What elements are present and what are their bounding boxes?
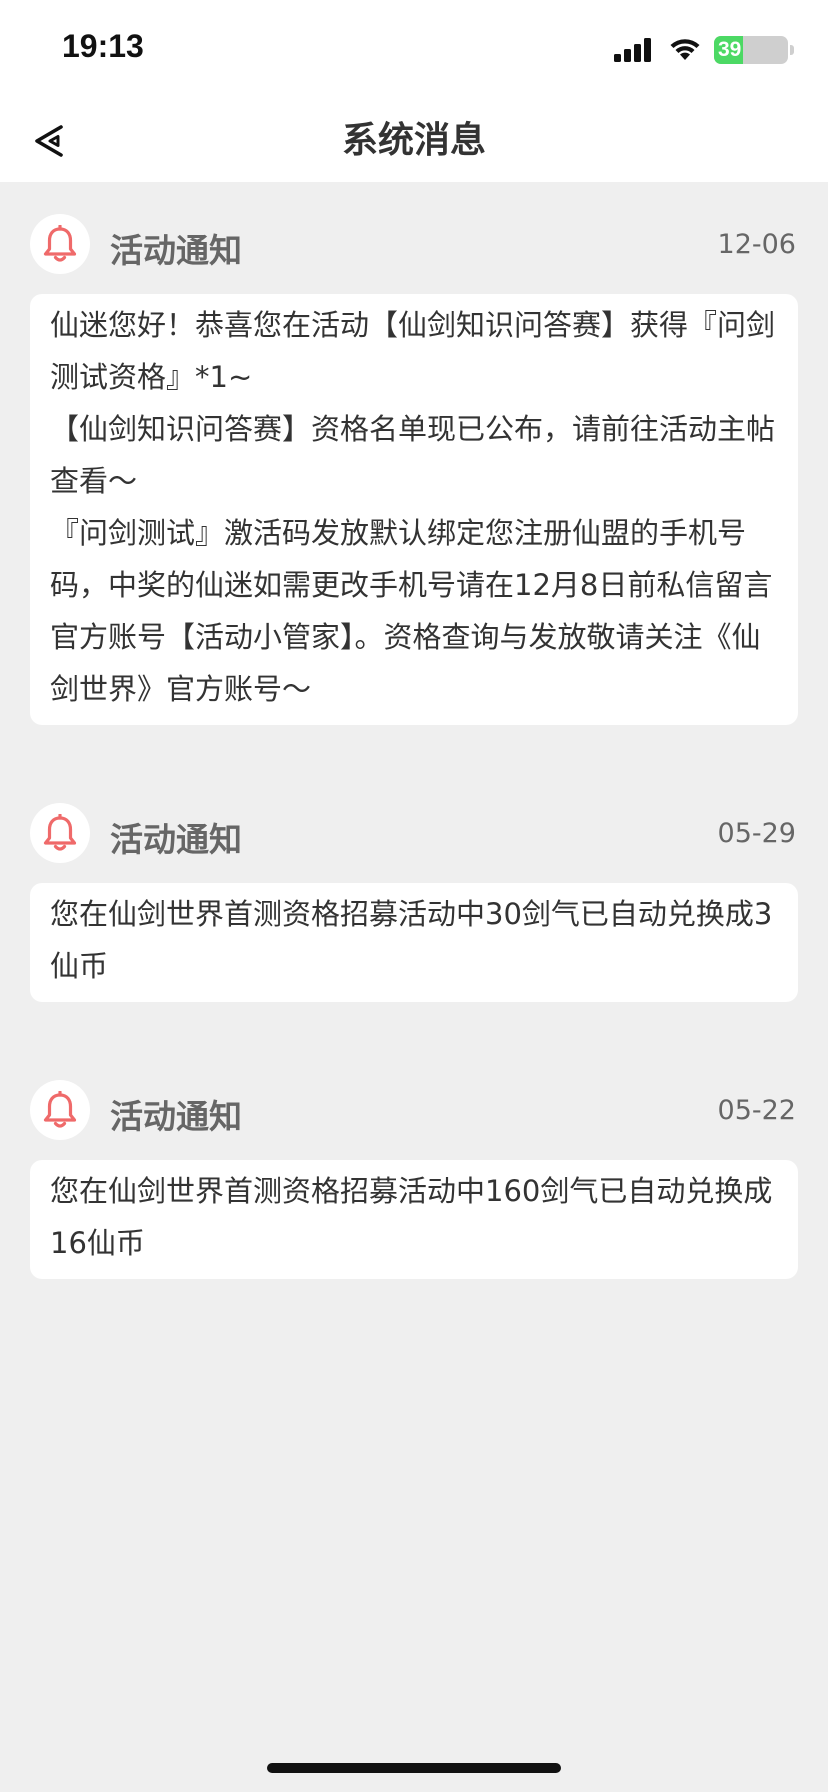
message-header: 活动通知 05-22: [0, 1048, 828, 1148]
message-item[interactable]: 活动通知 05-29 您在仙剑世界首测资格招募活动中30剑气已自动兑换成3仙币: [0, 771, 828, 1002]
message-card[interactable]: 您在仙剑世界首测资格招募活动中30剑气已自动兑换成3仙币: [30, 883, 798, 1002]
message-header: 活动通知 12-06: [0, 182, 828, 282]
battery-level: 39: [718, 38, 742, 61]
home-indicator[interactable]: [267, 1763, 561, 1773]
message-card[interactable]: 仙迷您好！恭喜您在活动【仙剑知识问答赛】获得『问剑测试资格』*1~ 【仙剑知识问…: [30, 294, 798, 725]
bell-avatar: [30, 214, 90, 274]
message-card[interactable]: 您在仙剑世界首测资格招募活动中160剑气已自动兑换成16仙币: [30, 1160, 798, 1279]
message-item[interactable]: 活动通知 05-22 您在仙剑世界首测资格招募活动中160剑气已自动兑换成16仙…: [0, 1048, 828, 1279]
status-icons: 39: [604, 34, 794, 64]
message-date: 05-29: [717, 818, 796, 849]
bell-icon: [43, 814, 77, 851]
message-item[interactable]: 活动通知 12-06 仙迷您好！恭喜您在活动【仙剑知识问答赛】获得『问剑测试资格…: [0, 182, 828, 725]
back-arrow-icon: [35, 125, 63, 157]
wifi-icon: [670, 39, 700, 60]
message-body: 您在仙剑世界首测资格招募活动中160剑气已自动兑换成16仙币: [50, 1174, 773, 1260]
message-category: 活动通知: [110, 820, 242, 859]
message-body: 您在仙剑世界首测资格招募活动中30剑气已自动兑换成3仙币: [50, 897, 773, 983]
page-title: 系统消息: [341, 120, 486, 161]
status-time: 19:13: [62, 28, 144, 64]
cellular-signal-icon: [614, 38, 651, 62]
message-date: 05-22: [717, 1095, 796, 1126]
message-date: 12-06: [717, 229, 796, 260]
battery-body: 39: [714, 36, 788, 64]
bell-icon: [43, 1091, 77, 1128]
back-button[interactable]: [28, 116, 80, 166]
message-body: 仙迷您好！恭喜您在活动【仙剑知识问答赛】获得『问剑测试资格』*1~ 【仙剑知识问…: [50, 308, 776, 706]
battery-cap: [790, 45, 794, 55]
message-category: 活动通知: [110, 1097, 242, 1136]
bell-icon: [43, 225, 77, 262]
status-bar: 19:13 39: [0, 0, 828, 100]
battery-icon: 39: [714, 36, 794, 64]
bell-avatar: [30, 1080, 90, 1140]
nav-bar: 系统消息: [0, 100, 828, 182]
message-list: 活动通知 12-06 仙迷您好！恭喜您在活动【仙剑知识问答赛】获得『问剑测试资格…: [0, 182, 828, 1279]
bell-avatar: [30, 803, 90, 863]
message-category: 活动通知: [110, 231, 242, 270]
message-header: 活动通知 05-29: [0, 771, 828, 871]
